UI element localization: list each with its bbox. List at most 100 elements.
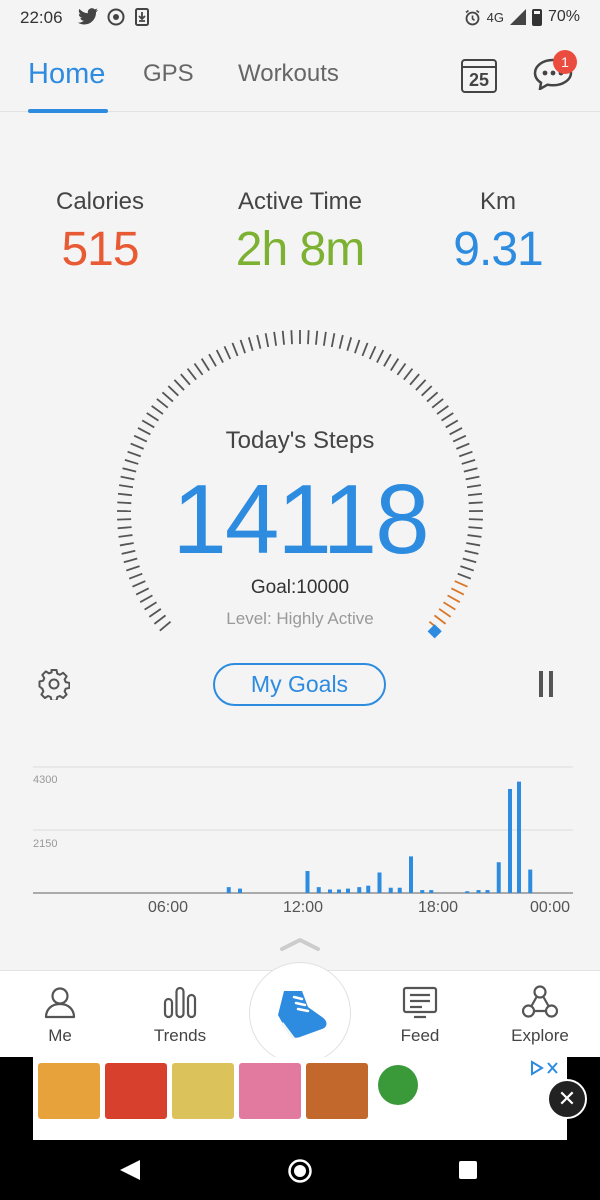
chevron-up-icon[interactable] (280, 936, 320, 952)
gauge-tick (322, 331, 327, 346)
steps-value: 14118 (172, 464, 429, 574)
km-stat: Km 9.31 (398, 188, 598, 277)
gauge-tick (441, 412, 454, 422)
tab-gps[interactable]: GPS (143, 60, 194, 88)
gauge-tick (208, 353, 217, 367)
ad-brand-logo[interactable] (378, 1065, 418, 1105)
signal-icon (509, 9, 526, 25)
network-type: 4G (486, 9, 504, 25)
chart-bar (409, 856, 413, 893)
nav-feed[interactable]: Feed (370, 985, 470, 1046)
nav-explore-label: Explore (511, 1026, 569, 1045)
gauge-tick (215, 349, 224, 363)
alarm-icon (465, 9, 480, 25)
notification-badge: 1 (553, 50, 577, 74)
ad-content[interactable] (33, 1057, 567, 1140)
calendar-icon[interactable]: 25 (461, 59, 497, 93)
nav-trends[interactable]: Trends (130, 985, 230, 1046)
km-value: 9.31 (453, 223, 543, 276)
km-label: Km (480, 188, 516, 215)
ad-choices-icon[interactable] (530, 1060, 560, 1076)
gear-icon[interactable] (38, 668, 70, 700)
explore-icon (522, 985, 558, 1018)
my-goals-button[interactable]: My Goals (213, 663, 386, 706)
gauge-tick (390, 358, 400, 371)
gauge-tick (330, 333, 336, 348)
chart-bar (388, 887, 393, 893)
chart-bar (238, 888, 242, 893)
chart-bar (476, 890, 481, 893)
gauge-tick (436, 405, 449, 415)
hourly-steps-chart: 4300 2150 06:00 12:00 18:00 00:00 (33, 766, 573, 916)
chart-bar (366, 885, 371, 893)
gauge-tick (376, 349, 385, 363)
gauge-tick (256, 334, 262, 349)
gauge-tick (200, 358, 210, 371)
nav-me-label: Me (48, 1026, 72, 1045)
nav-me[interactable]: Me (10, 985, 110, 1046)
x-tick-1800: 18:00 (418, 899, 458, 916)
home-icon[interactable] (287, 1158, 313, 1184)
gauge-tick (315, 330, 319, 345)
gauge-tick (361, 342, 369, 357)
back-icon[interactable] (118, 1159, 142, 1181)
gauge-tick (354, 339, 361, 354)
ad-product-image[interactable] (105, 1063, 167, 1119)
ad-product-image[interactable] (172, 1063, 234, 1119)
active-time-stat: Active Time 2h 8m (200, 188, 400, 277)
gauge-tick (239, 339, 246, 354)
gauge-tick (231, 342, 239, 357)
gauge-tick (307, 330, 310, 345)
status-right: 4G 70% (464, 8, 580, 26)
gauge-tick (273, 331, 278, 346)
tab-workouts[interactable]: Workouts (238, 60, 339, 88)
chart-bar (328, 889, 332, 893)
gauge-tick (421, 385, 433, 397)
gauge-tick (338, 334, 344, 349)
ad-product-image[interactable] (306, 1063, 368, 1119)
gauge-tick (403, 368, 414, 381)
nav-feed-label: Feed (400, 1026, 440, 1045)
battery-level: 70% (547, 8, 580, 25)
gauge-tick (290, 330, 293, 345)
gauge-tick (368, 345, 377, 360)
download-icon (135, 8, 149, 30)
chart-bar (429, 890, 434, 893)
y-tick-2150: 2150 (33, 838, 57, 850)
chart-bar (465, 891, 470, 893)
active-time-label: Active Time (237, 188, 363, 215)
chart-bar (496, 862, 501, 893)
x-tick-0600: 06:00 (148, 899, 188, 916)
ad-close-button[interactable]: ✕ (547, 1079, 587, 1119)
shoe-icon (278, 991, 327, 1040)
top-tab-bar: Home GPS Workouts 25 1 (0, 36, 600, 113)
chart-bar (508, 788, 512, 893)
walk-button[interactable] (249, 962, 351, 1064)
ad-product-image[interactable] (239, 1063, 301, 1119)
tab-home[interactable]: Home (28, 58, 105, 91)
ad-banner[interactable] (0, 1057, 600, 1140)
chart-bar (316, 887, 321, 893)
person-icon (44, 987, 76, 1019)
status-bar: 22:06 4G 70% (0, 0, 600, 36)
calories-stat: Calories 515 (0, 188, 200, 277)
bar-chart-icon (163, 986, 197, 1019)
pause-icon[interactable] (537, 671, 555, 697)
feed-icon (402, 986, 438, 1019)
chart-bar (528, 869, 533, 893)
nav-explore[interactable]: Explore (490, 985, 590, 1046)
steps-goal: Goal:10000 (250, 577, 350, 598)
chart-bar (346, 888, 350, 893)
gauge-tick (383, 353, 392, 367)
chart-bars (226, 781, 533, 893)
x-tick-0000: 00:00 (530, 899, 570, 916)
record-icon (107, 8, 125, 30)
calories-value: 515 (61, 223, 139, 276)
steps-label: Today's Steps (225, 427, 375, 454)
gauge-tick (281, 330, 285, 345)
ad-product-image[interactable] (38, 1063, 100, 1119)
recents-icon[interactable] (458, 1160, 478, 1180)
gauge-tick (409, 373, 420, 386)
gauge-tick (180, 373, 191, 386)
chart-bar (226, 887, 231, 893)
